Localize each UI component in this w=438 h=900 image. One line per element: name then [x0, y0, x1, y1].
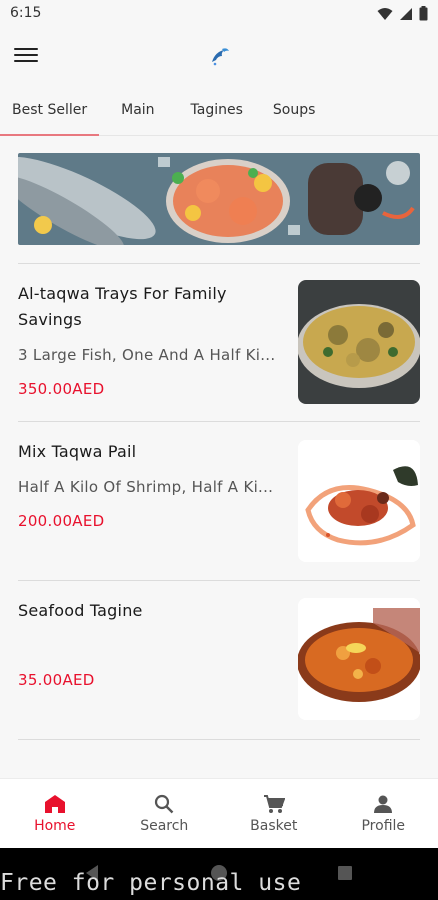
- item-title: Seafood Tagine: [18, 601, 143, 620]
- logo-icon: [212, 48, 229, 66]
- watermark-text: Free for personal use: [0, 870, 302, 896]
- home-icon: [44, 794, 65, 813]
- seafood-banner-image: [18, 153, 420, 245]
- tab-main[interactable]: Main: [99, 84, 168, 136]
- nav-label: Profile: [361, 817, 406, 834]
- tab-best-seller[interactable]: Best Seller: [0, 84, 100, 136]
- tab-soups[interactable]: Soups: [257, 84, 330, 136]
- list-item[interactable]: Mix Taqwa Pail Half A Kilo Of Shrimp, Ha…: [0, 422, 438, 580]
- cellular-icon: [400, 7, 412, 20]
- battery-icon: [419, 6, 428, 21]
- seafood-tray-image: [298, 280, 420, 404]
- list-item[interactable]: Seafood Tagine 35.00AED: [0, 581, 438, 739]
- item-image[interactable]: [298, 280, 420, 404]
- tab-label: Best Seller: [12, 102, 88, 118]
- bottom-navigation: Home Search Basket Profile: [0, 778, 438, 848]
- nav-home[interactable]: Home: [0, 779, 110, 848]
- tab-tagines[interactable]: Tagines: [169, 84, 257, 136]
- item-price: 35.00AED: [18, 671, 95, 689]
- cart-icon: [263, 794, 285, 813]
- item-price: 200.00AED: [18, 512, 105, 530]
- item-title: Al-taqwa Trays For Family Savings: [18, 284, 227, 329]
- recents-icon[interactable]: [337, 865, 353, 881]
- nav-profile[interactable]: Profile: [329, 779, 438, 848]
- banner-image[interactable]: [18, 153, 420, 245]
- wifi-icon: [377, 7, 393, 20]
- nav-label: Search: [140, 817, 189, 834]
- tab-label: Tagines: [190, 102, 243, 118]
- person-icon: [374, 795, 393, 813]
- item-price: 350.00AED: [18, 380, 105, 398]
- tab-label: Soups: [272, 102, 316, 118]
- status-icons: [377, 6, 428, 21]
- status-bar: 6:15: [0, 0, 438, 28]
- divider: [18, 739, 420, 740]
- status-time: 6:15: [10, 5, 42, 21]
- product-list: Al-taqwa Trays For Family Savings 3 Larg…: [0, 137, 438, 777]
- item-image[interactable]: [298, 598, 420, 720]
- nav-label: Home: [34, 817, 76, 834]
- tagine-dish-image: [298, 598, 420, 720]
- category-tabs: Best Seller Main Tagines Soups: [0, 84, 438, 136]
- item-image[interactable]: [298, 440, 420, 562]
- tab-label: Main: [121, 102, 155, 118]
- app-bar: [0, 28, 438, 84]
- nav-label: Basket: [250, 817, 298, 834]
- item-title: Mix Taqwa Pail: [18, 442, 137, 461]
- item-description: 3 Large Fish, One And A Half Ki...: [18, 346, 276, 364]
- search-icon: [155, 794, 174, 813]
- list-item[interactable]: Al-taqwa Trays For Family Savings 3 Larg…: [0, 264, 438, 422]
- nav-search[interactable]: Search: [110, 779, 220, 848]
- seafood-plate-image: [298, 440, 420, 562]
- nav-basket[interactable]: Basket: [219, 779, 329, 848]
- menu-icon[interactable]: [14, 45, 38, 65]
- item-description: Half A Kilo Of Shrimp, Half A Ki...: [18, 478, 274, 496]
